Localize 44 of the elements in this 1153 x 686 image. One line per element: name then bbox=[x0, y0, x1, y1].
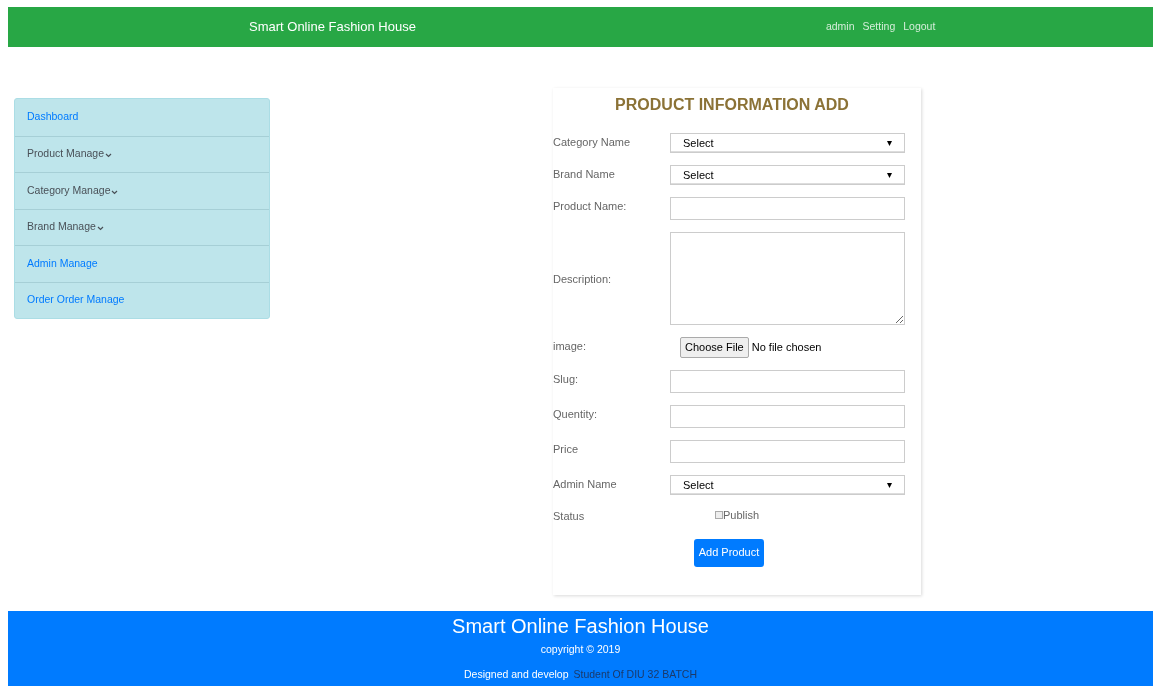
text-input[interactable] bbox=[670, 370, 905, 393]
checkbox[interactable] bbox=[715, 511, 723, 520]
dropdown-arrow-icon bbox=[887, 140, 892, 146]
nav-link[interactable]: admin bbox=[825, 19, 855, 35]
dropdown-arrow-icon bbox=[887, 172, 892, 178]
field-label: Slug: bbox=[553, 372, 580, 387]
choose-file-button[interactable]: Choose File bbox=[680, 337, 749, 358]
brand-title[interactable]: Smart Online Fashion House bbox=[249, 17, 416, 37]
field-label: Brand Name bbox=[553, 167, 616, 182]
sidebar-item[interactable]: Dashboard bbox=[15, 99, 269, 136]
sidebar-item[interactable]: Brand Manage bbox=[15, 208, 269, 245]
credit-text: Designed and develop bbox=[464, 667, 569, 680]
nav-link[interactable]: Logout bbox=[903, 19, 936, 35]
select-dropdown[interactable]: Select bbox=[670, 165, 905, 185]
field-label: image: bbox=[553, 339, 588, 354]
chevron-down-icon bbox=[96, 226, 104, 232]
file-status-text: No file chosen bbox=[751, 340, 822, 356]
author-text: Student Of DIU 32 BATCH bbox=[573, 667, 697, 680]
field-label: Quentity: bbox=[553, 407, 599, 422]
chevron-down-icon bbox=[105, 153, 113, 159]
field-label: Price bbox=[553, 442, 580, 457]
field-label: Description: bbox=[553, 271, 613, 287]
field-label: Status bbox=[553, 509, 586, 524]
nav-link[interactable]: Setting bbox=[862, 19, 896, 35]
checkbox-label: Publish bbox=[723, 508, 760, 523]
add-product-button[interactable]: Add Product bbox=[694, 538, 764, 567]
select-dropdown[interactable]: Select bbox=[670, 133, 905, 153]
dropdown-arrow-icon bbox=[887, 482, 892, 488]
sidebar-item[interactable]: Order Order Manage bbox=[15, 281, 269, 318]
text-input[interactable] bbox=[670, 197, 905, 220]
field-label: Admin Name bbox=[553, 477, 618, 492]
form-title: PRODUCT INFORMATION ADD bbox=[614, 95, 850, 115]
sidebar-item[interactable]: Admin Manage bbox=[15, 245, 269, 282]
copyright-text: copyright © 2019 bbox=[540, 642, 621, 657]
select-dropdown[interactable]: Select bbox=[670, 475, 905, 495]
sidebar-item[interactable]: Product Manage bbox=[15, 135, 269, 172]
field-label: Product Name: bbox=[553, 199, 628, 214]
description-textarea[interactable] bbox=[670, 232, 905, 325]
chevron-down-icon bbox=[111, 189, 119, 195]
sidebar-item[interactable]: Category Manage bbox=[15, 172, 269, 209]
footer-title: Smart Online Fashion House bbox=[452, 614, 709, 638]
text-input[interactable] bbox=[670, 405, 905, 428]
field-label: Category Name bbox=[553, 135, 632, 150]
text-input[interactable] bbox=[670, 440, 905, 463]
